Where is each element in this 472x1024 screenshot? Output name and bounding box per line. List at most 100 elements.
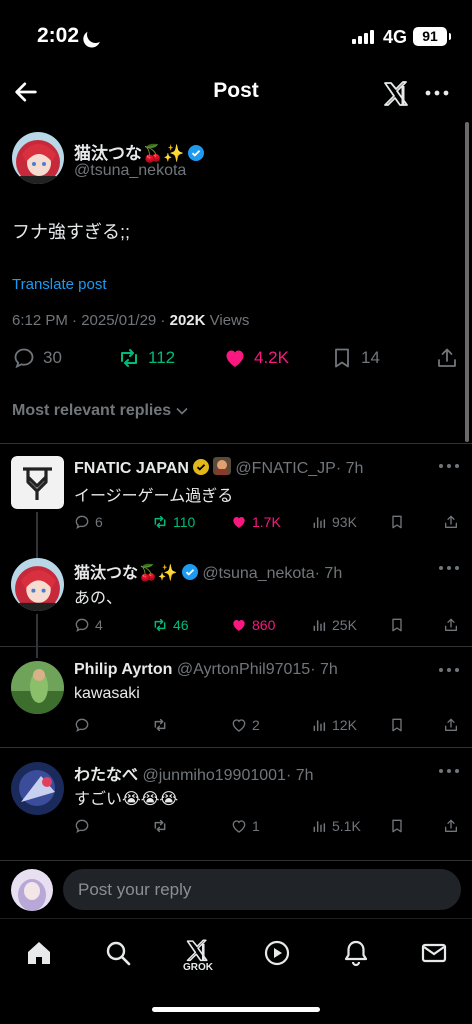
- reply-reply-button[interactable]: [74, 818, 95, 834]
- header: Post: [0, 72, 472, 118]
- reply-views-count: 93K: [332, 514, 357, 530]
- views-count: 202K: [169, 312, 206, 329]
- reply-icon: [14, 348, 34, 369]
- views-bar-chart-icon: [313, 720, 326, 732]
- reply-repost-button[interactable]: 46: [152, 617, 189, 633]
- reply-more-icon[interactable]: [438, 461, 460, 471]
- verified-badge-icon: [181, 564, 198, 580]
- reply-author-name[interactable]: 猫汰つな🍒✨: [74, 565, 178, 582]
- more-options-icon[interactable]: [424, 80, 450, 106]
- share-icon: [445, 819, 457, 832]
- reply-actions: 6 110 1.7K 93K: [74, 514, 464, 534]
- reply-count: 30: [43, 348, 62, 367]
- tab-search[interactable]: [98, 933, 138, 973]
- tab-home[interactable]: [19, 933, 59, 973]
- reply-share-button[interactable]: [443, 617, 459, 633]
- status-bar: 2:02 4G 91: [0, 0, 472, 72]
- reply-more-icon[interactable]: [438, 665, 460, 675]
- reply-share-button[interactable]: [443, 514, 459, 530]
- reply-more-icon[interactable]: [438, 563, 460, 573]
- bookmark-icon: [392, 819, 402, 833]
- reply-author-name[interactable]: わたなべ: [74, 767, 138, 784]
- reply-reply-button[interactable]: 6: [74, 514, 103, 530]
- reply-handle[interactable]: @junmiho19901001: [142, 767, 285, 784]
- like-button[interactable]: 4.2K: [223, 346, 289, 370]
- views-bar-chart-icon: [313, 517, 326, 529]
- heart-outline-icon: [232, 820, 246, 833]
- reply-avatar[interactable]: [11, 661, 64, 714]
- tab-video[interactable]: [257, 933, 297, 973]
- reply-actions: 2 12K: [74, 717, 464, 737]
- reply-repost-button[interactable]: [152, 818, 173, 834]
- views-bar-chart-icon: [313, 821, 326, 833]
- heart-outline-icon: [232, 719, 246, 732]
- reply-repost-button[interactable]: 110: [152, 514, 195, 530]
- reply-views[interactable]: 93K: [311, 514, 357, 530]
- reply-bookmark-button[interactable]: [389, 818, 405, 834]
- reply-like-button[interactable]: 860: [231, 617, 275, 633]
- reply-item[interactable]: FNATIC JAPAN @FNATIC_JP· 7h イージーゲーム過ぎる 6…: [0, 444, 472, 544]
- reply-item[interactable]: わたなべ @junmiho19901001· 7h すごい😭😭😭 1 5.1K: [0, 748, 472, 856]
- reply-like-button[interactable]: 2: [231, 717, 260, 733]
- search-icon: [106, 941, 131, 966]
- do-not-disturb-moon-icon: [85, 24, 107, 46]
- reply-avatar[interactable]: [11, 558, 64, 611]
- reply-time: · 7h: [285, 767, 314, 784]
- reply-reply-button[interactable]: [74, 717, 95, 733]
- reply-more-icon[interactable]: [438, 766, 460, 776]
- reply-share-button[interactable]: [443, 717, 459, 733]
- reply-input[interactable]: [63, 869, 461, 910]
- reply-like-count: 860: [252, 617, 276, 633]
- reply-views[interactable]: 5.1K: [311, 818, 361, 834]
- reply-avatar[interactable]: [11, 762, 64, 815]
- reply-share-button[interactable]: [443, 818, 459, 834]
- reply-header: FNATIC JAPAN @FNATIC_JP· 7h: [74, 457, 363, 478]
- reply-item[interactable]: Philip Ayrton @AyrtonPhil97015· 7h kawas…: [0, 647, 472, 747]
- reply-author-name[interactable]: Philip Ayrton: [74, 661, 172, 678]
- tab-notifications[interactable]: [336, 933, 376, 973]
- share-icon: [438, 348, 456, 367]
- repost-icon: [154, 515, 166, 529]
- reply-views[interactable]: 12K: [311, 717, 357, 733]
- translate-post-link[interactable]: Translate post: [12, 276, 107, 293]
- reply-handle[interactable]: @AyrtonPhil97015: [177, 661, 310, 678]
- reply-views[interactable]: 25K: [311, 617, 357, 633]
- reply-item[interactable]: 猫汰つな🍒✨ @tsuna_nekota· 7h あの、 4 46 860 25…: [0, 546, 472, 646]
- author-handle[interactable]: @tsuna_nekota: [74, 162, 186, 180]
- bell-icon: [344, 940, 368, 967]
- tab-messages[interactable]: [414, 933, 454, 973]
- heart-filled-icon: [233, 517, 245, 528]
- reply-like-button[interactable]: 1: [231, 818, 260, 834]
- author-name-text: 猫汰つな🍒✨: [74, 144, 185, 163]
- reply-like-button[interactable]: 1.7K: [231, 514, 281, 530]
- reply-header: わたなべ @junmiho19901001· 7h: [74, 761, 314, 785]
- bookmark-icon: [335, 348, 349, 368]
- bookmark-button[interactable]: 14: [330, 346, 380, 370]
- reply-author-name[interactable]: FNATIC JAPAN: [74, 460, 189, 477]
- back-arrow-icon[interactable]: [12, 78, 40, 106]
- reply-button[interactable]: 30: [12, 346, 62, 370]
- grok-icon[interactable]: [381, 76, 413, 108]
- reply-icon: [75, 515, 89, 529]
- user-avatar[interactable]: [11, 869, 53, 911]
- reply-bookmark-button[interactable]: [389, 617, 405, 633]
- author-name[interactable]: 猫汰つな🍒✨: [74, 139, 205, 164]
- post-timestamp: 6:12 PM · 2025/01/29 ·: [12, 312, 170, 329]
- reply-handle[interactable]: @tsuna_nekota: [202, 565, 314, 582]
- author-avatar[interactable]: [12, 132, 64, 184]
- reply-avatar[interactable]: [11, 456, 64, 509]
- reply-bookmark-button[interactable]: [389, 514, 405, 530]
- grok-icon: [186, 939, 208, 962]
- reply-time: · 7h: [310, 661, 338, 678]
- reply-sort-dropdown[interactable]: Most relevant replies: [12, 402, 189, 420]
- reply-handle[interactable]: @FNATIC_JP: [235, 460, 335, 477]
- reply-time: · 7h: [314, 565, 343, 582]
- reply-bookmark-button[interactable]: [389, 717, 405, 733]
- reply-icon: [75, 718, 89, 732]
- reply-repost-button[interactable]: [152, 717, 173, 733]
- scrollbar[interactable]: [465, 122, 469, 442]
- home-indicator[interactable]: [152, 1007, 320, 1012]
- reply-reply-button[interactable]: 4: [74, 617, 103, 633]
- share-button[interactable]: [435, 346, 459, 370]
- repost-button[interactable]: 112: [117, 346, 175, 370]
